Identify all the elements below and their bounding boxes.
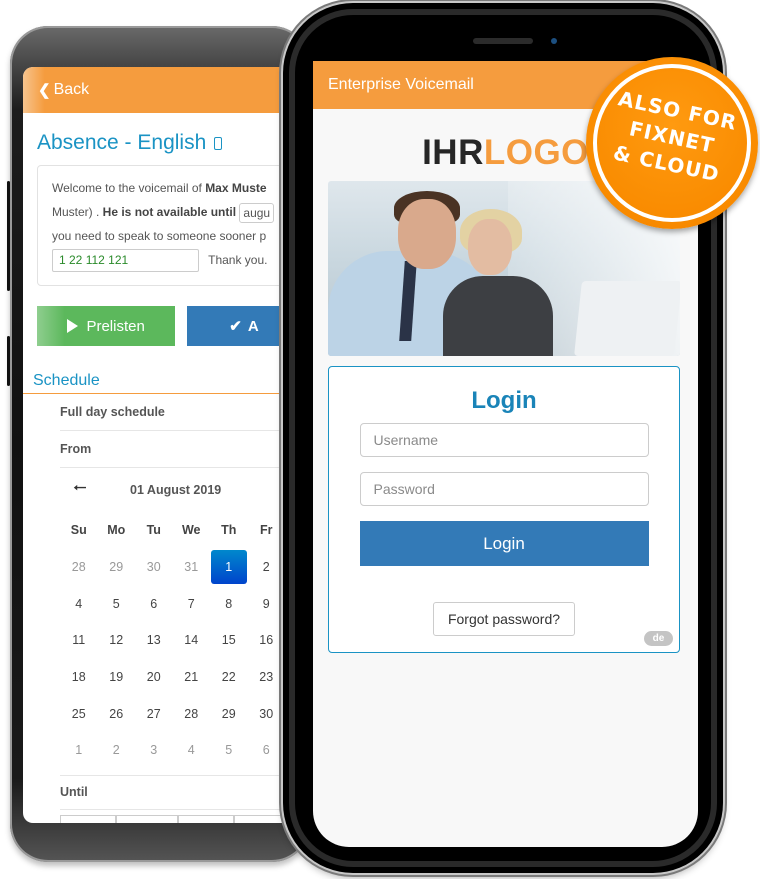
login-button[interactable]: Login [359,521,649,566]
calendar-day[interactable]: 15 [210,622,248,659]
calendar-day[interactable]: 20 [135,659,173,696]
calendar-day[interactable]: 19 [98,659,136,696]
chevron-left-icon: ❮ [38,82,51,99]
front-camera [551,38,557,44]
calendar-day[interactable]: 29 [98,549,136,586]
weekday-header: We [181,523,201,538]
calendar-day[interactable]: 6 [248,732,286,769]
calendar-day[interactable]: 25 [60,695,98,732]
weekday-header: Mo [107,523,126,538]
promo-badge: ALSO FOR FIXNET & CLOUD [586,57,758,229]
power-button [7,336,10,386]
calendar-day[interactable]: 22 [210,659,248,696]
from-label: From [60,431,295,468]
phone-number-field[interactable]: 1 22 112 121 [52,249,199,273]
back-phone-screen: ❮ Back Absence - English Welcome to the … [23,67,295,823]
arrow-left-icon[interactable]: 🠀 [60,477,100,504]
calendar-day[interactable]: 28 [60,549,98,586]
calendar-grid: Su Mo Tu We Th Fr 28 29 30 31 1 2 4 5 6 7 8 9 11 12 13 14 15 16… [60,512,295,769]
action-buttons: Prelisten ✔ A [37,306,295,346]
calendar-day[interactable]: 8 [210,585,248,622]
username-input[interactable] [359,423,649,457]
calendar-day-selected[interactable]: 1 [211,549,247,585]
weekday-header: Tu [146,523,161,538]
language-switch[interactable]: de [644,631,673,646]
mobile-phone-icon [214,136,223,150]
calendar-day[interactable]: 6 [135,585,173,622]
calendar-month-label: 01 August 2019 [130,483,222,497]
forgot-password-button[interactable]: Forgot password? [433,602,575,636]
calendar-day[interactable]: 5 [98,585,136,622]
calendar-day[interactable]: 21 [173,659,211,696]
absence-header-bar: ❮ Back [23,67,295,113]
calendar-day[interactable]: 2 [98,732,136,769]
calendar-day[interactable]: 14 [173,622,211,659]
calendar-day[interactable]: 12 [98,622,136,659]
play-icon [67,319,79,333]
schedule-heading: Schedule [33,372,100,389]
calendar-day[interactable]: 11 [60,622,98,659]
back-phone-mockup: ❮ Back Absence - English Welcome to the … [7,26,310,862]
calendar-day[interactable]: 4 [60,585,98,622]
login-form: Login Login Forgot password? de [328,366,680,653]
until-duration-tabs [60,814,295,823]
calendar-day[interactable]: 13 [135,622,173,659]
activate-button[interactable]: ✔ A [187,306,295,346]
back-button[interactable]: ❮ Back [38,81,89,99]
weekday-header: Th [221,523,237,538]
weekday-header: Fr [260,523,273,538]
calendar-day[interactable]: 9 [248,585,286,622]
calendar-day[interactable]: 30 [135,549,173,586]
calendar-day[interactable]: 4 [173,732,211,769]
login-heading: Login [471,387,537,414]
until-duration-tab[interactable] [178,814,234,823]
weekday-header: Su [70,523,87,538]
calendar-day[interactable]: 7 [173,585,211,622]
calendar-day[interactable]: 29 [210,695,248,732]
calendar-day[interactable]: 28 [173,695,211,732]
until-label: Until [60,776,295,810]
password-input[interactable] [359,472,649,506]
earpiece-speaker [473,38,533,44]
calendar-day[interactable]: 16 [248,622,286,659]
calendar-day[interactable]: 3 [135,732,173,769]
calendar-day[interactable]: 1 [60,732,98,769]
calendar-day[interactable]: 31 [173,549,211,586]
calendar-day[interactable]: 26 [98,695,136,732]
until-duration-tab[interactable] [60,814,116,823]
calendar-day[interactable]: 5 [210,732,248,769]
full-day-schedule-toggle[interactable]: Full day schedule [60,394,295,431]
calendar-header: 🠀 01 August 2019 [60,468,295,512]
calendar-day[interactable]: 23 [248,659,286,696]
until-duration-tab[interactable] [116,814,178,823]
calendar-day[interactable]: 2 [248,549,286,586]
greeting-message-box: Welcome to the voicemail of Max Muste Mu… [37,165,295,286]
app-title: Enterprise Voicemail [328,76,474,93]
calendar-day[interactable]: 30 [248,695,286,732]
until-date-field[interactable]: augu [239,202,275,223]
calendar-day[interactable]: 27 [135,695,173,732]
prelisten-button[interactable]: Prelisten [37,306,176,346]
page-title: Absence - English [37,131,295,155]
check-icon: ✔ [229,318,242,335]
calendar-day[interactable]: 18 [60,659,98,696]
volume-button [7,181,10,291]
